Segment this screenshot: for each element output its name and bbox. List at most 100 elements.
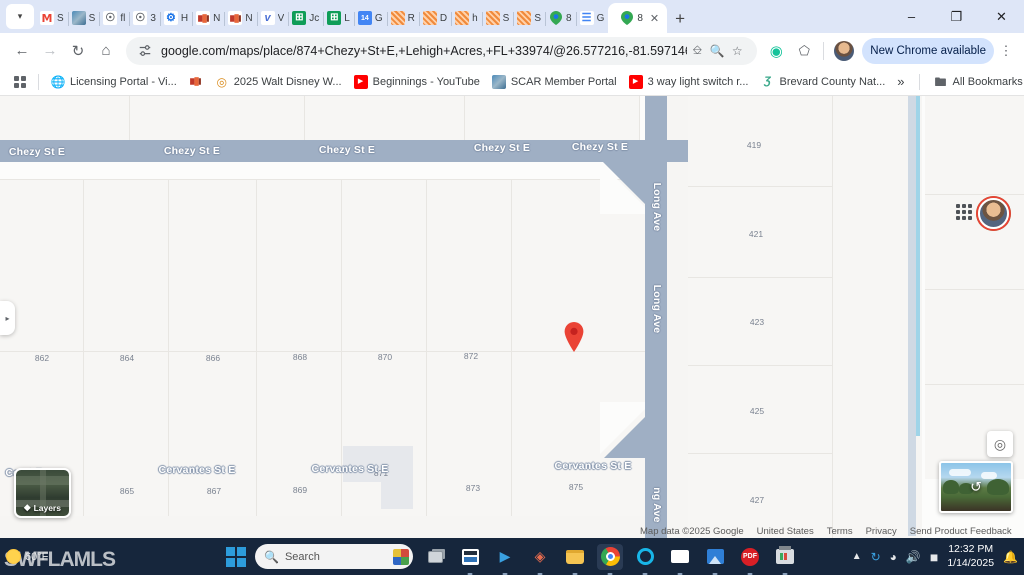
cast-icon[interactable]: ⎒ — [687, 43, 707, 58]
maximize-button[interactable]: ❐ — [934, 0, 979, 33]
map-parcel[interactable] — [427, 179, 512, 351]
bookmarks-overflow-button[interactable]: » — [891, 71, 910, 92]
google-account-avatar[interactable] — [977, 197, 1010, 230]
map-parcel[interactable] — [925, 96, 1024, 194]
map-parcel[interactable] — [342, 179, 427, 351]
new-chrome-available-button[interactable]: New Chrome available — [862, 37, 994, 64]
map-parcel[interactable] — [925, 194, 1024, 289]
chrome-menu-icon[interactable]: ⋮ — [996, 43, 1016, 59]
profile-avatar[interactable] — [834, 40, 855, 61]
browser-tab[interactable]: vV — [257, 4, 290, 32]
cube-icon[interactable] — [393, 548, 409, 565]
attribution-item[interactable]: Privacy — [866, 526, 897, 537]
map-parcel[interactable] — [169, 179, 257, 351]
all-bookmarks-button[interactable]: 🖿 All Bookmarks — [928, 72, 1024, 92]
forward-button[interactable]: → — [36, 37, 64, 65]
sync-icon[interactable]: ↻ — [871, 550, 881, 564]
tray-overflow-icon[interactable]: ▲ — [852, 551, 862, 562]
zoom-out-icon[interactable]: 🔍 — [707, 44, 727, 58]
map-parcel[interactable] — [925, 289, 1024, 384]
map-parcel[interactable] — [257, 179, 342, 351]
media-player-app[interactable]: ▶ — [492, 544, 518, 570]
amazon-app[interactable] — [457, 544, 483, 570]
browser-tab[interactable]: N — [224, 4, 258, 32]
tab-search-dropdown[interactable]: ▾ — [6, 4, 34, 29]
browser-tab[interactable]: ☉ fl — [99, 4, 131, 32]
settings-app[interactable]: ◈ — [527, 544, 553, 570]
bookmark-item[interactable]: Ʒ Brevard County Nat... — [754, 72, 891, 92]
site-settings-icon[interactable] — [138, 44, 152, 58]
printer-app[interactable] — [772, 544, 798, 570]
attribution-item[interactable]: Send Product Feedback — [910, 526, 1012, 537]
my-location-icon[interactable]: ◎ — [987, 431, 1013, 457]
browser-tab[interactable]: MS — [36, 4, 69, 32]
extensions-puzzle-icon[interactable]: ⬠ — [791, 38, 817, 64]
weather-widget[interactable]: 60°F — [6, 549, 48, 564]
street-view-rotate-icon[interactable]: ↺ — [970, 479, 982, 496]
back-button[interactable]: ← — [8, 37, 36, 65]
bookmark-item[interactable]: ▶ Beginnings - YouTube — [348, 72, 486, 92]
expand-side-panel-button[interactable]: ▸ — [0, 301, 15, 335]
reload-button[interactable]: ↻ — [64, 37, 92, 65]
volume-icon[interactable]: 🔊 — [906, 550, 921, 564]
browser-tab[interactable]: S — [482, 4, 515, 32]
map-parcel[interactable] — [305, 96, 465, 140]
map-parcel[interactable] — [465, 96, 640, 140]
wifi-icon[interactable]: ◕ — [890, 550, 897, 564]
taskbar-clock[interactable]: 12:32 PM 1/14/2025 — [947, 543, 994, 569]
remote-desktop-app[interactable] — [667, 544, 693, 570]
google-maps-canvas[interactable]: 862 864 866 868 870 872 863 865 867 869 … — [0, 96, 1024, 538]
browser-tab[interactable]: ⚙ H — [160, 4, 194, 32]
map-parcel[interactable] — [833, 96, 908, 538]
map-parcel[interactable] — [0, 96, 130, 140]
map-location-marker[interactable] — [563, 321, 585, 353]
attribution-item[interactable]: United States — [757, 526, 814, 537]
url-text[interactable]: google.com/maps/place/874+Chezy+St+E,+Le… — [161, 44, 687, 58]
chrome-app[interactable] — [597, 543, 623, 570]
notification-bell-icon[interactable]: 🔔 — [1003, 550, 1018, 564]
apps-shortcut[interactable] — [8, 73, 32, 91]
new-tab-button[interactable]: + — [675, 9, 685, 29]
browser-tab[interactable]: D — [419, 4, 453, 32]
close-window-button[interactable]: ✕ — [979, 0, 1024, 33]
bookmark-item[interactable]: 🌐 Licensing Portal - Vi... — [45, 72, 183, 92]
bookmark-item[interactable]: ◎ 2025 Walt Disney W... — [209, 72, 348, 92]
browser-tab[interactable]: N — [192, 4, 226, 32]
pdf-app[interactable]: PDF — [737, 544, 763, 570]
google-apps-grid-icon[interactable] — [956, 204, 972, 220]
matterport-icon — [196, 11, 211, 25]
photos-app[interactable] — [702, 544, 728, 570]
task-view-button[interactable] — [422, 544, 448, 570]
taskbar-search[interactable]: 🔍 Search — [255, 544, 413, 569]
browser-tab[interactable]: S — [68, 4, 101, 32]
attribution-item[interactable]: Terms — [827, 526, 853, 537]
bookmark-item[interactable]: ▶ 3 way light switch r... — [623, 72, 755, 92]
browser-tab[interactable]: ☰ G — [576, 4, 610, 32]
start-button[interactable] — [226, 546, 246, 567]
my-location-control[interactable]: ◎ — [987, 431, 1013, 457]
grammarly-extension-icon[interactable]: ◉ — [763, 38, 789, 64]
battery-icon[interactable]: ■ — [930, 549, 938, 565]
browser-tab[interactable]: ⊞ Jc — [288, 4, 325, 32]
home-button[interactable]: ⌂ — [92, 37, 120, 65]
bookmark-star-icon[interactable]: ☆ — [727, 44, 747, 58]
browser-tab[interactable]: 14 G — [354, 4, 388, 32]
street-view-thumbnail[interactable]: ↺ — [939, 461, 1013, 513]
bookmark-item[interactable] — [183, 72, 209, 92]
minimize-button[interactable]: – — [889, 0, 934, 33]
browser-tab[interactable]: R — [387, 4, 420, 32]
file-explorer-app[interactable] — [562, 544, 588, 570]
address-bar[interactable]: google.com/maps/place/874+Chezy+St+E,+Le… — [126, 36, 758, 65]
browser-tab[interactable]: ⊞ L — [323, 4, 355, 32]
bookmark-item[interactable]: SCAR Member Portal — [486, 72, 623, 92]
map-layers-button[interactable]: ◆ Layers — [14, 468, 71, 518]
browser-tab[interactable]: h — [451, 4, 483, 32]
opera-app[interactable] — [632, 544, 658, 570]
active-tab[interactable]: 8 ✕ — [608, 3, 668, 33]
map-parcel[interactable] — [84, 179, 169, 351]
browser-tab[interactable]: ☉ 3 — [129, 4, 161, 32]
map-parcel[interactable] — [130, 96, 305, 140]
browser-tab[interactable]: S — [513, 4, 546, 32]
tab-close-icon[interactable]: ✕ — [650, 12, 659, 25]
browser-tab[interactable]: 8 — [545, 4, 577, 32]
